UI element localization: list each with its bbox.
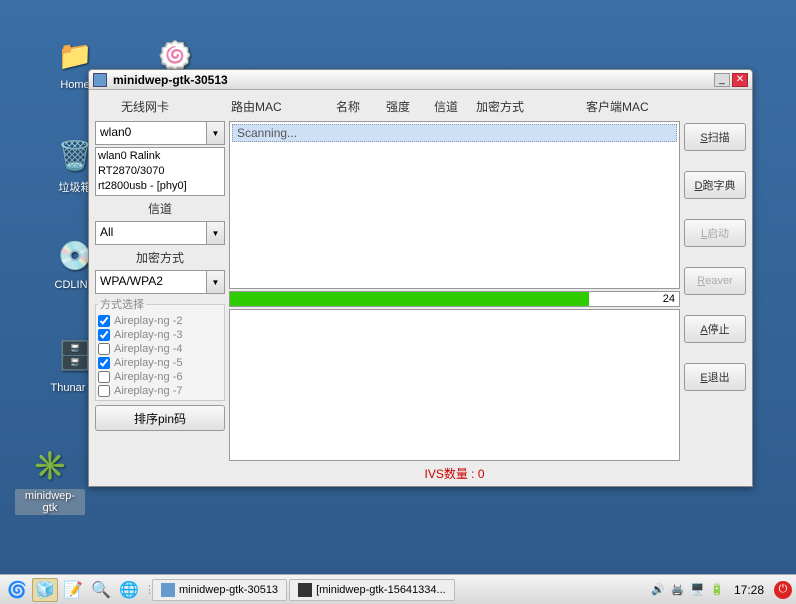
close-button[interactable]: ✕ — [732, 73, 748, 87]
power-button[interactable]: ⏻ — [774, 581, 792, 599]
checkbox[interactable] — [98, 371, 110, 383]
scanning-text: Scanning... — [232, 124, 677, 142]
icon-label: minidwep-gtk — [15, 489, 85, 515]
encryption-combo[interactable]: WPA/WPA2 ▼ — [95, 270, 225, 294]
channel-label: 信道 — [95, 198, 225, 219]
battery-icon[interactable]: 🔋 — [710, 583, 724, 596]
method-option[interactable]: Aireplay-ng -7 — [98, 384, 222, 398]
chevron-down-icon[interactable]: ▼ — [207, 270, 225, 294]
checkbox[interactable] — [98, 329, 110, 341]
volume-icon[interactable]: 🔊 — [651, 583, 665, 596]
progress-value: 24 — [663, 293, 675, 305]
window-icon — [161, 583, 175, 597]
list-item[interactable]: wlan0 Ralink — [98, 149, 222, 164]
encryption-value: WPA/WPA2 — [95, 270, 207, 294]
methods-fieldset: 方式选择 Aireplay-ng -2 Aireplay-ng -3 Airep… — [95, 296, 225, 401]
left-panel: wlan0 ▼ wlan0 Ralink RT2870/3070 rt2800u… — [95, 121, 225, 484]
sort-pin-button[interactable]: 排序pin码 — [95, 405, 225, 431]
list-item[interactable]: rt2800usb - [phy0] — [98, 179, 222, 194]
scan-button[interactable]: S扫描 — [684, 123, 746, 151]
wlan-listbox[interactable]: wlan0 Ralink RT2870/3070 rt2800usb - [ph… — [95, 147, 225, 196]
wlan-value: wlan0 — [95, 121, 207, 145]
center-panel: Scanning... 24 IVS数量 : 0 — [229, 121, 680, 484]
ivs-count: IVS数量 : 0 — [229, 463, 680, 484]
chevron-down-icon[interactable]: ▼ — [207, 221, 225, 245]
column-headers: 无线网卡 路由MAC 名称 强度 信道 加密方式 客户端MAC — [91, 92, 750, 121]
start-menu-icon[interactable]: 🌀 — [4, 578, 30, 602]
task-label: minidwep-gtk-30513 — [179, 584, 278, 596]
reaver-button[interactable]: Reaver — [684, 267, 746, 295]
show-desktop-icon[interactable]: 🧊 — [32, 578, 58, 602]
checkbox[interactable] — [98, 343, 110, 355]
method-option[interactable]: Aireplay-ng -6 — [98, 370, 222, 384]
method-option[interactable]: Aireplay-ng -5 — [98, 356, 222, 370]
stop-button[interactable]: A停止 — [684, 315, 746, 343]
minimize-button[interactable]: _ — [714, 73, 730, 87]
task-button-minidwep[interactable]: minidwep-gtk-30513 — [152, 579, 287, 601]
editor-icon[interactable]: 📝 — [60, 578, 86, 602]
terminal-icon — [298, 583, 312, 597]
method-option[interactable]: Aireplay-ng -4 — [98, 342, 222, 356]
titlebar[interactable]: minidwep-gtk-30513 _ ✕ — [89, 70, 752, 90]
channel-value: All — [95, 221, 207, 245]
right-panel: S扫描 D跑字典 L启动 Reaver A停止 E退出 — [684, 121, 746, 484]
app-icon: ✳️ — [30, 445, 70, 485]
checkbox[interactable] — [98, 385, 110, 397]
chevron-down-icon[interactable]: ▼ — [207, 121, 225, 145]
search-icon[interactable]: 🔍 — [88, 578, 114, 602]
task-label: [minidwep-gtk-15641334... — [316, 584, 446, 596]
taskbar: 🌀 🧊 📝 🔍 🌐 ⋮ minidwep-gtk-30513 [minidwep… — [0, 574, 796, 604]
minidwep-window: minidwep-gtk-30513 _ ✕ 无线网卡 路由MAC 名称 强度 … — [88, 69, 753, 487]
browser-icon[interactable]: 🌐 — [116, 578, 142, 602]
wlan-combo[interactable]: wlan0 ▼ — [95, 121, 225, 145]
log-output[interactable] — [229, 309, 680, 461]
methods-legend: 方式选择 — [98, 296, 146, 312]
list-item[interactable]: RT2870/3070 — [98, 164, 222, 179]
window-icon — [93, 73, 107, 87]
method-option[interactable]: Aireplay-ng -2 — [98, 314, 222, 328]
printer-icon[interactable]: 🖨️ — [671, 583, 685, 596]
display-icon[interactable]: 🖥️ — [691, 583, 705, 596]
checkbox[interactable] — [98, 315, 110, 327]
window-title: minidwep-gtk-30513 — [113, 73, 712, 87]
clock[interactable]: 17:28 — [730, 583, 768, 597]
checkbox[interactable] — [98, 357, 110, 369]
progress-bar: 24 — [229, 291, 680, 307]
launch-button[interactable]: L启动 — [684, 219, 746, 247]
dict-button[interactable]: D跑字典 — [684, 171, 746, 199]
separator: ⋮ — [144, 583, 150, 596]
method-option[interactable]: Aireplay-ng -3 — [98, 328, 222, 342]
desktop-icon-minidwep-gtk[interactable]: ✳️ minidwep-gtk — [15, 445, 85, 515]
task-button-terminal[interactable]: [minidwep-gtk-15641334... — [289, 579, 455, 601]
scan-results[interactable]: Scanning... — [229, 121, 680, 289]
exit-button[interactable]: E退出 — [684, 363, 746, 391]
encryption-label: 加密方式 — [95, 247, 225, 268]
system-tray: 🔊 🖨️ 🖥️ 🔋 17:28 ⏻ — [651, 581, 792, 599]
channel-combo[interactable]: All ▼ — [95, 221, 225, 245]
progress-fill — [230, 292, 589, 306]
